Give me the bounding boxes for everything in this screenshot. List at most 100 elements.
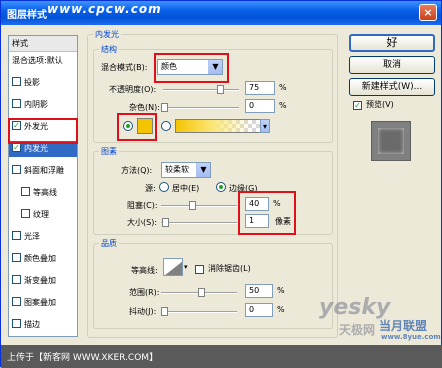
noise-input[interactable]: 0 <box>245 99 275 113</box>
style-list-item[interactable]: 斜面和浮雕 <box>9 163 77 179</box>
noise-slider-thumb[interactable] <box>161 103 168 112</box>
style-list-item[interactable]: 颜色叠加 <box>9 251 77 267</box>
close-button[interactable]: × <box>419 4 437 21</box>
style-list-item[interactable]: 内阴影 <box>9 97 77 113</box>
chevron-down-icon: ▼ <box>196 163 210 177</box>
style-checkbox[interactable] <box>12 231 21 240</box>
style-list-item[interactable]: ✓ 外发光 <box>9 119 77 135</box>
style-list-item-label: 内阴影 <box>24 100 48 109</box>
opacity-input[interactable]: 75 <box>245 81 275 95</box>
style-checkbox[interactable] <box>12 275 21 284</box>
choke-percent: % <box>273 199 281 208</box>
choke-slider-thumb[interactable] <box>189 201 196 210</box>
cancel-button[interactable]: 取消 <box>349 56 435 74</box>
style-list-item-label: 渐变叠加 <box>24 276 56 285</box>
size-input[interactable]: 1 <box>245 214 269 228</box>
style-list-item[interactable]: 图案叠加 <box>9 295 77 311</box>
style-list-item-label: 内发光 <box>24 144 48 153</box>
size-slider-thumb[interactable] <box>162 218 169 227</box>
title-bar: 图层样式 www.cpcw.com × <box>1 1 441 25</box>
style-checkbox[interactable]: ✓ <box>12 143 21 152</box>
style-list-item[interactable]: 渐变叠加 <box>9 273 77 289</box>
noise-label: 杂色(N): <box>129 103 160 112</box>
noise-slider-track[interactable] <box>163 107 239 109</box>
style-checkbox[interactable] <box>12 253 21 262</box>
blend-mode-select[interactable]: 颜色 ▼ <box>157 59 223 75</box>
jitter-slider-thumb[interactable] <box>161 307 168 316</box>
noise-percent: % <box>279 101 287 110</box>
glow-color-swatch[interactable] <box>137 118 153 134</box>
range-label: 范围(R): <box>129 288 160 297</box>
opacity-slider-track[interactable] <box>163 89 239 91</box>
choke-input[interactable]: 40 <box>245 197 269 211</box>
ok-button[interactable]: 好 <box>349 34 435 52</box>
style-list-item[interactable]: 光泽 <box>9 229 77 245</box>
contour-dropdown-icon[interactable]: ▾ <box>184 263 188 271</box>
edge-label: 边缘(G) <box>229 184 258 193</box>
antialias-label: 消除锯齿(L) <box>208 264 251 273</box>
antialias-checkbox[interactable] <box>195 265 204 274</box>
contour-picker[interactable] <box>163 258 183 276</box>
style-list-item[interactable]: 纹理 <box>9 207 77 223</box>
style-list-item-label: 斜面和浮雕 <box>24 166 64 175</box>
opacity-slider-thumb[interactable] <box>217 85 224 94</box>
contour-label: 等高线: <box>131 266 158 275</box>
structure-title: 结构 <box>99 44 119 55</box>
watermark-url-2: www.8yue.com <box>381 333 441 341</box>
color-radio[interactable] <box>123 121 133 131</box>
style-list: 样式 混合选项:默认 投影 内阴影 ✓ 外发光 ✓ 内发光 斜面和浮雕 等高线 纹理 光泽 颜色叠加渐… <box>8 35 78 337</box>
opacity-percent: % <box>279 83 287 92</box>
style-list-item[interactable]: 等高线 <box>9 185 77 201</box>
quality-title: 品质 <box>99 238 119 249</box>
size-slider-track[interactable] <box>161 222 237 224</box>
style-checkbox[interactable] <box>21 209 30 218</box>
style-checkbox[interactable] <box>12 297 21 306</box>
style-checkbox[interactable] <box>12 99 21 108</box>
gradient-radio[interactable] <box>161 121 171 131</box>
center-radio[interactable] <box>159 182 169 192</box>
range-slider-thumb[interactable] <box>198 288 205 297</box>
style-list-item-label: 光泽 <box>24 232 40 241</box>
choke-slider-track[interactable] <box>161 205 237 207</box>
jitter-input[interactable]: 0 <box>245 303 273 317</box>
preview-checkbox[interactable]: ✓ <box>353 101 362 110</box>
style-checkbox[interactable] <box>12 319 21 328</box>
edge-radio[interactable] <box>216 182 226 192</box>
style-preview-thumbnail <box>371 121 411 161</box>
blend-mode-label: 混合模式(B): <box>101 63 148 72</box>
contour-curve-icon <box>165 261 182 275</box>
watermark-url: www.cpcw.com <box>47 2 162 16</box>
gradient-dropdown[interactable]: ▾ <box>260 119 270 133</box>
style-list-item-label: 图案叠加 <box>24 298 56 307</box>
technique-select[interactable]: 较柔软 ▼ <box>161 162 211 178</box>
new-style-button[interactable]: 新建样式(W)... <box>349 78 435 96</box>
footer-text: 上传于【新客网 WWW.XKER.COM】 <box>7 353 159 363</box>
center-label: 居中(E) <box>172 184 200 193</box>
jitter-slider-track[interactable] <box>161 311 237 313</box>
style-list-header[interactable]: 样式 <box>9 36 77 52</box>
technique-label: 方法(Q): <box>121 166 153 175</box>
chevron-down-icon: ▾ <box>261 120 269 132</box>
glow-gradient-picker[interactable] <box>175 119 261 133</box>
watermark-tianji: 天极网 <box>339 323 376 337</box>
range-input[interactable]: 50 <box>245 284 273 298</box>
size-unit: 像素 <box>275 217 291 226</box>
inner-glow-title: 内发光 <box>93 29 121 40</box>
style-list-item[interactable]: 混合选项:默认 <box>9 53 77 69</box>
window-title: 图层样式 <box>7 10 47 21</box>
style-list-item[interactable]: ✓ 内发光 <box>9 141 77 157</box>
layer-style-dialog: 图层样式 www.cpcw.com × 样式 混合选项:默认 投影 内阴影 ✓ 外发光 ✓… <box>0 0 442 368</box>
size-label: 大小(S): <box>127 218 158 227</box>
style-list-item[interactable]: 投影 <box>9 75 77 91</box>
style-checkbox[interactable] <box>12 165 21 174</box>
style-checkbox[interactable] <box>12 77 21 86</box>
style-list-item-label: 描边 <box>24 320 40 329</box>
style-list-item-label: 混合选项:默认 <box>12 56 63 65</box>
style-checkbox[interactable]: ✓ <box>12 121 21 130</box>
opacity-label: 不透明度(O): <box>109 85 157 94</box>
style-checkbox[interactable] <box>21 187 30 196</box>
style-list-item[interactable]: 描边 <box>9 317 77 333</box>
range-percent: % <box>277 286 285 295</box>
choke-label: 阻塞(C): <box>127 201 158 210</box>
watermark-dangyue: 当月联盟 <box>379 319 428 333</box>
